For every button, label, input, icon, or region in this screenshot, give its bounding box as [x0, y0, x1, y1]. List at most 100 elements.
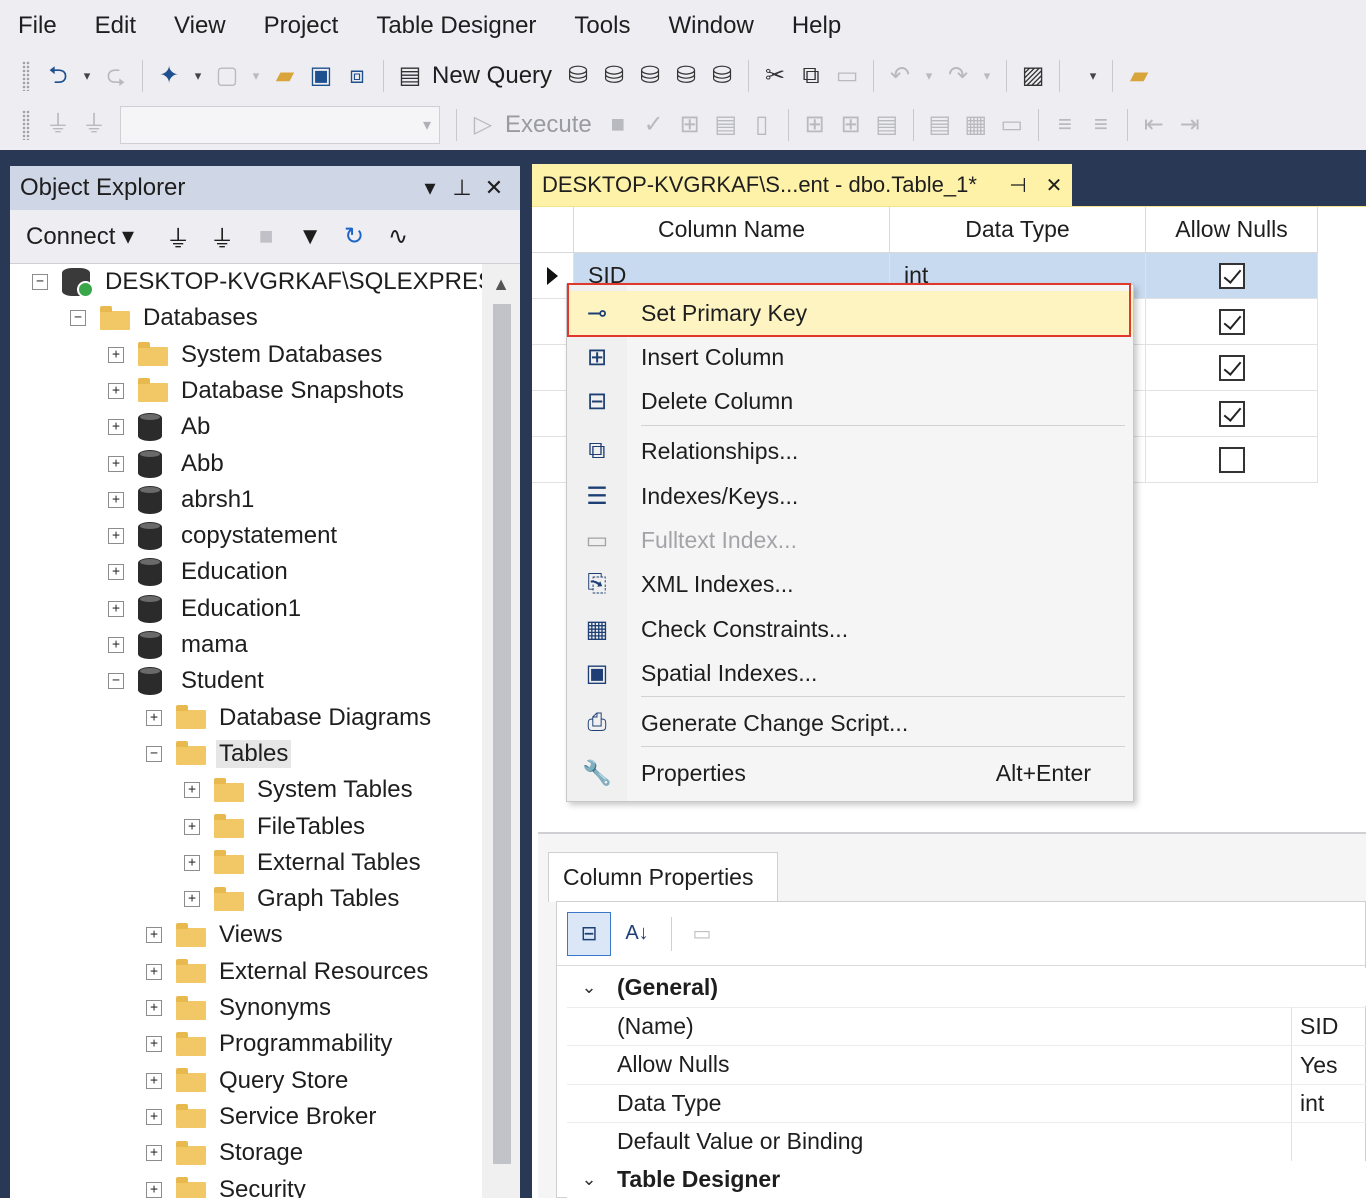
- menu-item-delete-column[interactable]: ⊟ Delete Column: [567, 379, 1133, 423]
- cut-icon[interactable]: ✂: [757, 58, 793, 94]
- expand-icon[interactable]: +: [146, 1145, 162, 1162]
- expand-icon[interactable]: +: [184, 891, 200, 908]
- menu-item-check-constraints[interactable]: ▦ Check Constraints...: [567, 607, 1133, 651]
- expand-icon[interactable]: +: [146, 1036, 162, 1053]
- expand-icon[interactable]: +: [146, 709, 162, 726]
- database-engine-query-icon[interactable]: ⛁: [560, 58, 596, 94]
- refresh-icon[interactable]: ↻: [332, 222, 376, 251]
- property-value[interactable]: int: [1291, 1084, 1324, 1122]
- property-row[interactable]: Default Value or Binding: [567, 1122, 1366, 1161]
- save-icon[interactable]: ▣: [303, 58, 339, 94]
- tree-node[interactable]: + Education: [108, 554, 291, 590]
- new-query-icon[interactable]: ▤: [392, 58, 428, 94]
- panel-menu-icon[interactable]: ▾: [414, 175, 446, 201]
- expand-icon[interactable]: +: [108, 455, 124, 472]
- tree-node[interactable]: + Database Diagrams: [146, 700, 434, 736]
- property-row[interactable]: (Name) SID: [567, 1006, 1366, 1045]
- tab-table-designer[interactable]: DESKTOP-KVGRKAF\S...ent - dbo.Table_1* ⊣…: [532, 164, 1072, 206]
- tree-node[interactable]: + Ab: [108, 409, 213, 445]
- expand-icon[interactable]: +: [108, 637, 124, 653]
- copy-icon[interactable]: ⧉: [793, 58, 829, 94]
- disconnect-icon[interactable]: ⏚: [200, 219, 244, 254]
- property-value[interactable]: SID: [1291, 1007, 1338, 1045]
- expand-icon[interactable]: +: [146, 1181, 162, 1198]
- dmx-query-icon[interactable]: ⛁: [632, 58, 668, 94]
- allow-nulls-checkbox[interactable]: [1218, 308, 1245, 335]
- property-value[interactable]: Yes: [1291, 1045, 1338, 1084]
- tree-node[interactable]: + Security: [146, 1172, 309, 1198]
- expand-icon[interactable]: +: [184, 782, 200, 799]
- menu-file[interactable]: File: [0, 0, 76, 52]
- new-query-button[interactable]: New Query: [432, 62, 552, 90]
- tree-node[interactable]: + mama: [108, 627, 251, 663]
- toolbar-grip[interactable]: [22, 61, 30, 91]
- expand-icon[interactable]: +: [108, 491, 124, 508]
- find-in-files-icon[interactable]: ▰: [1121, 58, 1157, 94]
- tree-node[interactable]: + Graph Tables: [184, 881, 402, 917]
- pin-icon[interactable]: ⊣: [1000, 173, 1036, 198]
- menu-item-insert-column[interactable]: ⊞ Insert Column: [567, 335, 1133, 379]
- tree-node[interactable]: − Databases: [70, 300, 261, 336]
- chevron-down-icon[interactable]: ⌄: [567, 1169, 611, 1190]
- close-tab-icon[interactable]: ✕: [1036, 173, 1072, 198]
- expand-icon[interactable]: +: [108, 564, 124, 581]
- activity-monitor-icon[interactable]: ▨: [1015, 58, 1051, 94]
- collapse-icon[interactable]: −: [108, 673, 124, 690]
- expand-icon[interactable]: +: [108, 600, 124, 617]
- menu-help[interactable]: Help: [773, 0, 860, 52]
- collapse-icon[interactable]: −: [70, 310, 86, 327]
- allow-nulls-checkbox[interactable]: [1218, 446, 1245, 473]
- xmla-query-icon[interactable]: ⛁: [668, 58, 704, 94]
- filter-icon[interactable]: ▼: [288, 223, 332, 251]
- tree-scrollbar[interactable]: ▲: [482, 264, 520, 1198]
- tree-node[interactable]: + Database Snapshots: [108, 373, 407, 409]
- tree-node[interactable]: + Query Store: [146, 1063, 351, 1099]
- menu-table-designer[interactable]: Table Designer: [357, 0, 555, 52]
- tree-node[interactable]: + abrsh1: [108, 482, 257, 518]
- tree-node[interactable]: + System Tables: [184, 772, 416, 808]
- allow-nulls-checkbox[interactable]: [1218, 400, 1245, 427]
- menu-item-generate-change-script[interactable]: ⎙ Generate Change Script...: [567, 701, 1133, 745]
- collapse-icon[interactable]: −: [146, 745, 162, 762]
- tree-node[interactable]: + System Databases: [108, 337, 385, 373]
- tree-node[interactable]: + Programmability: [146, 1026, 395, 1062]
- menu-window[interactable]: Window: [649, 0, 772, 52]
- menu-item-xml-indexes[interactable]: ⎘ XML Indexes...: [567, 562, 1133, 606]
- pin-icon[interactable]: ⊥: [446, 175, 478, 201]
- menu-item-relationships[interactable]: ⧉ Relationships...: [567, 429, 1133, 473]
- tree-node[interactable]: + Storage: [146, 1135, 306, 1171]
- menu-project[interactable]: Project: [245, 0, 358, 52]
- property-value[interactable]: [1291, 1122, 1300, 1161]
- expand-icon[interactable]: +: [146, 1072, 162, 1089]
- close-icon[interactable]: ✕: [478, 175, 510, 201]
- expand-icon[interactable]: +: [146, 1000, 162, 1016]
- tree-node[interactable]: + Synonyms: [146, 990, 334, 1026]
- mdx-query-icon[interactable]: ⛁: [596, 58, 632, 94]
- chevron-down-icon[interactable]: ⌄: [567, 977, 611, 998]
- property-category[interactable]: ⌄ (General): [567, 968, 1366, 1006]
- tree-node[interactable]: + External Resources: [146, 954, 431, 990]
- expand-icon[interactable]: +: [184, 854, 200, 871]
- expand-icon[interactable]: +: [146, 963, 162, 980]
- tree-node[interactable]: + FileTables: [184, 809, 368, 845]
- expand-icon[interactable]: +: [184, 818, 200, 835]
- allow-nulls-checkbox[interactable]: [1218, 262, 1245, 289]
- open-file-icon[interactable]: ▰: [267, 58, 303, 94]
- tree-node[interactable]: + Service Broker: [146, 1099, 379, 1135]
- categorized-icon[interactable]: ⊟: [567, 911, 611, 956]
- new-project-dropdown-icon[interactable]: ▾: [187, 58, 209, 94]
- alphabetical-sort-icon[interactable]: A↓: [615, 912, 659, 956]
- tree-node[interactable]: − Student: [108, 663, 267, 699]
- tree-node[interactable]: + copystatement: [108, 518, 340, 554]
- new-project-icon[interactable]: ✦: [151, 58, 187, 94]
- connect-icon[interactable]: ⏚: [156, 219, 200, 254]
- expand-icon[interactable]: +: [146, 927, 162, 944]
- menu-edit[interactable]: Edit: [76, 0, 155, 52]
- toolbar-grip[interactable]: [22, 110, 30, 140]
- tree-node[interactable]: − DESKTOP-KVGRKAF\SQLEXPRESS (S: [32, 264, 482, 300]
- activity-monitor-icon[interactable]: ∿: [376, 222, 420, 251]
- tree-node[interactable]: + Education1: [108, 591, 304, 627]
- scroll-up-icon[interactable]: ▲: [482, 264, 520, 304]
- back-icon[interactable]: ⮌: [40, 58, 76, 94]
- property-row[interactable]: Allow Nulls Yes: [567, 1045, 1366, 1084]
